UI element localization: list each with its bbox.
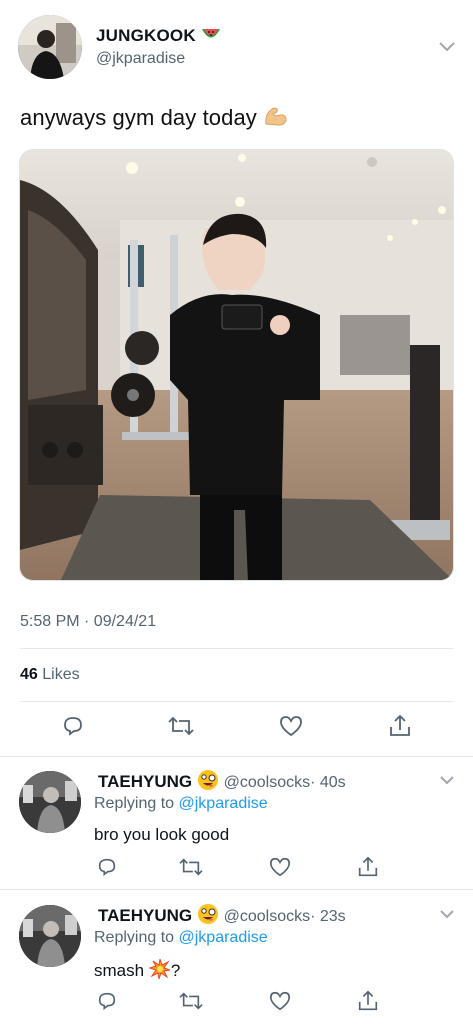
divider	[0, 889, 473, 890]
retweet-icon[interactable]	[178, 990, 204, 1012]
reply-icon[interactable]	[96, 990, 118, 1012]
tweet-photo[interactable]	[19, 149, 454, 581]
author-avatar[interactable]	[18, 15, 82, 79]
chevron-down-icon[interactable]	[438, 907, 456, 925]
share-icon[interactable]	[356, 989, 380, 1013]
like-icon[interactable]	[278, 714, 304, 738]
divider	[20, 701, 453, 702]
reply-avatar[interactable]	[19, 905, 81, 967]
chevron-down-icon[interactable]	[438, 773, 456, 791]
gym-photo-image	[20, 150, 453, 580]
reply-icon[interactable]	[96, 856, 118, 878]
reply-text-after: ?	[170, 960, 181, 980]
reply-time[interactable]: · 40s	[310, 774, 346, 791]
divider	[20, 648, 453, 649]
replying-to-handle[interactable]: @jkparadise	[179, 929, 268, 946]
author-handle[interactable]: @jkparadise	[96, 50, 185, 68]
reply-avatar[interactable]	[19, 771, 81, 833]
reply-author-name: TAEHYUNG	[98, 771, 193, 791]
tweet-timestamp[interactable]: 5:58 PM · 09/24/21	[20, 613, 156, 631]
likes-count: 46	[20, 666, 38, 683]
reply-handle[interactable]: @coolsocks	[224, 774, 311, 791]
tweet-text: anyways gym day today	[20, 104, 289, 134]
share-icon[interactable]	[387, 713, 413, 739]
collision-icon	[148, 958, 171, 985]
divider	[0, 756, 473, 757]
retweet-icon[interactable]	[167, 714, 195, 738]
author-name-text: JUNGKOOK	[96, 26, 196, 45]
replying-to-label: Replying to	[94, 795, 175, 812]
reply-author[interactable]: TAEHYUNG @coolsocks· 40s	[98, 769, 346, 796]
zany-face-icon	[197, 769, 219, 796]
watermelon-icon	[201, 26, 221, 47]
reply-handle[interactable]: @coolsocks	[224, 908, 311, 925]
reply-author[interactable]: TAEHYUNG @coolsocks· 23s	[98, 903, 346, 930]
retweet-icon[interactable]	[178, 856, 204, 878]
flexed-biceps-icon	[263, 104, 289, 134]
replying-to-handle[interactable]: @jkparadise	[179, 795, 268, 812]
reply-text: smash ?	[94, 958, 180, 985]
zany-face-icon	[197, 903, 219, 930]
chevron-down-icon[interactable]	[437, 40, 457, 59]
reply-text: bro you look good	[94, 825, 230, 844]
replying-to: Replying to @jkparadise	[94, 795, 268, 813]
reply-text-before: smash	[94, 960, 145, 980]
share-icon[interactable]	[356, 855, 380, 879]
likes-stat[interactable]: 46 Likes	[20, 666, 80, 684]
reply-time[interactable]: · 23s	[310, 908, 346, 925]
tweet-text-content: anyways gym day today	[20, 104, 257, 130]
replying-to: Replying to @jkparadise	[94, 929, 268, 947]
like-icon[interactable]	[268, 856, 292, 878]
like-icon[interactable]	[268, 990, 292, 1012]
author-name[interactable]: JUNGKOOK	[96, 26, 221, 47]
replying-to-label: Replying to	[94, 929, 175, 946]
likes-label: Likes	[42, 666, 80, 683]
reply-icon[interactable]	[61, 714, 85, 738]
reply-author-name: TAEHYUNG	[98, 905, 193, 925]
